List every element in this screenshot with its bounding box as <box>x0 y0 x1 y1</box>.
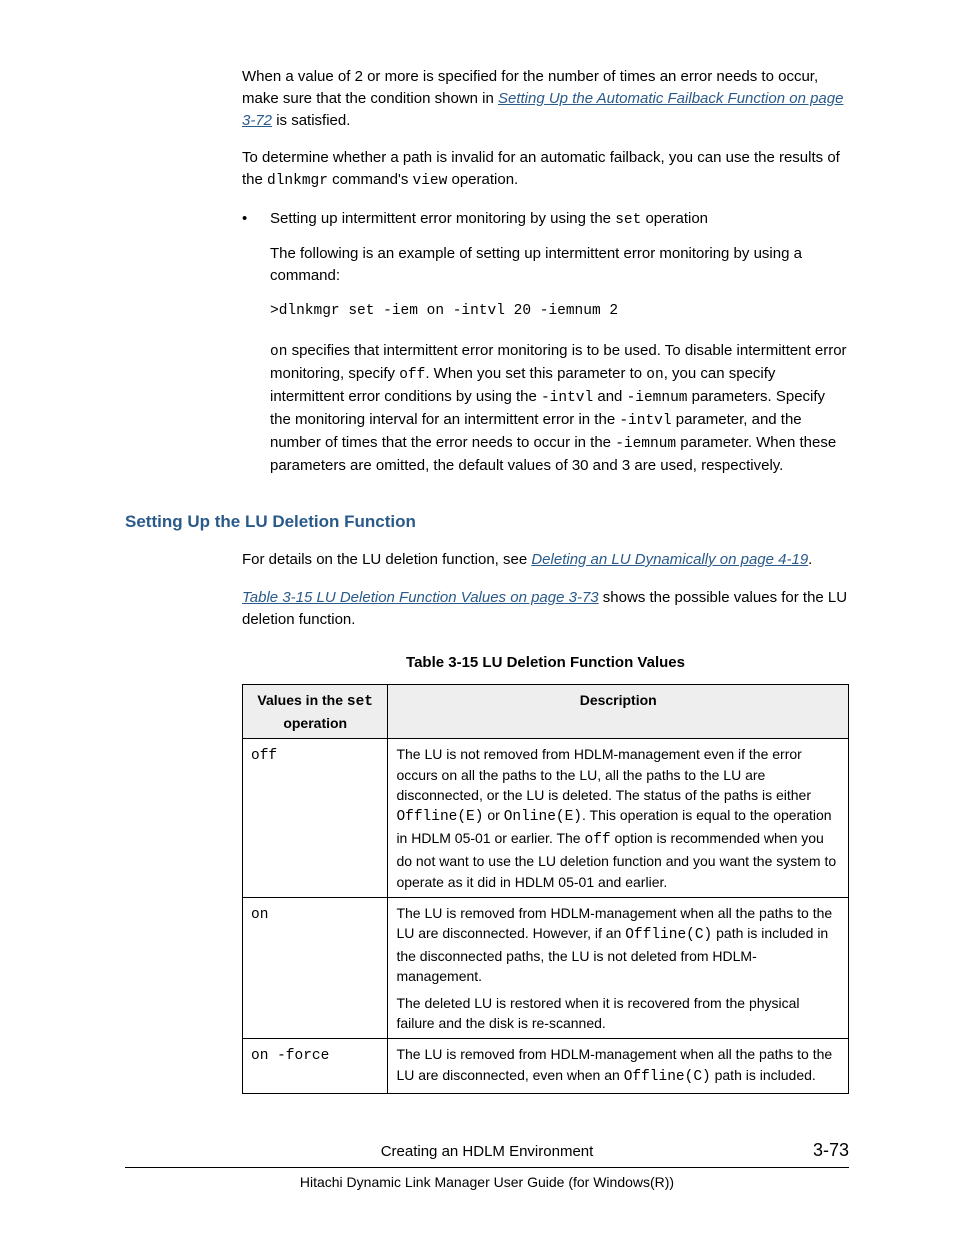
text: The following is an example of setting u… <box>270 243 849 287</box>
code-online-e: Online(E) <box>504 809 582 825</box>
page-number: 3-73 <box>789 1137 849 1163</box>
text: For details on the LU deletion function,… <box>242 551 531 568</box>
text: . When you set this parameter to <box>425 365 646 382</box>
text: operation. <box>447 171 518 188</box>
code-iemnum: -iemnum <box>627 390 688 406</box>
link-deleting-lu[interactable]: Deleting an LU Dynamically on page 4-19 <box>531 551 808 568</box>
text: The LU is not removed from HDLM-manageme… <box>396 746 811 803</box>
table-header-description: Description <box>388 685 849 739</box>
text: or <box>483 807 503 823</box>
code-intvl: -intvl <box>619 413 671 429</box>
text: The deleted LU is restored when it is re… <box>396 993 840 1034</box>
code-on: on <box>646 367 663 383</box>
table-row: off The LU is not removed from HDLM-mana… <box>243 739 849 898</box>
text: is satisfied. <box>272 112 350 129</box>
text: path is included. <box>711 1067 816 1083</box>
text: . <box>808 551 812 568</box>
code-off: off <box>585 832 611 848</box>
table-caption: Table 3-15 LU Deletion Function Values <box>242 652 849 674</box>
code-offline-c: Offline(C) <box>624 1069 711 1085</box>
code-block-command: >dlnkmgr set -iem on -intvl 20 -iemnum 2 <box>270 301 849 322</box>
code-view: view <box>413 173 448 189</box>
code-set: set <box>615 212 641 228</box>
code-iemnum: -iemnum <box>615 436 676 452</box>
link-table-ref[interactable]: Table 3-15 LU Deletion Function Values o… <box>242 589 599 606</box>
paragraph-error-threshold: When a value of 2 or more is specified f… <box>242 66 849 131</box>
bullet-marker: • <box>242 208 270 488</box>
table-row: on The LU is removed from HDLM-managemen… <box>243 897 849 1039</box>
footer-section-title: Creating an HDLM Environment <box>185 1141 789 1163</box>
footer-guide-title: Hitachi Dynamic Link Manager User Guide … <box>125 1172 849 1192</box>
table-header-values: Values in the set operation <box>243 685 388 739</box>
code-off: off <box>251 748 277 764</box>
paragraph-table-ref: Table 3-15 LU Deletion Function Values o… <box>242 587 849 631</box>
lu-deletion-table: Values in the set operation Description … <box>242 684 849 1094</box>
code-off: off <box>399 367 425 383</box>
code-on-force: on -force <box>251 1048 329 1064</box>
code-on: on <box>270 344 287 360</box>
table-row: on -force The LU is removed from HDLM-ma… <box>243 1039 849 1093</box>
code-dlnkmgr: dlnkmgr <box>267 173 328 189</box>
page-footer: Creating an HDLM Environment 3-73 Hitach… <box>0 1137 954 1192</box>
text: operation <box>641 210 708 227</box>
code-intvl: -intvl <box>541 390 593 406</box>
text: and <box>593 388 626 405</box>
paragraph-path-invalid: To determine whether a path is invalid f… <box>242 147 849 192</box>
text: Setting up intermittent error monitoring… <box>270 210 615 227</box>
text: command's <box>328 171 413 188</box>
code-on: on <box>251 907 268 923</box>
code-offline-e: Offline(E) <box>396 809 483 825</box>
code-offline-c: Offline(C) <box>625 927 712 943</box>
bullet-intermittent-error: • Setting up intermittent error monitori… <box>242 208 849 488</box>
paragraph-lu-details: For details on the LU deletion function,… <box>242 549 849 571</box>
heading-lu-deletion: Setting Up the LU Deletion Function <box>125 510 849 535</box>
